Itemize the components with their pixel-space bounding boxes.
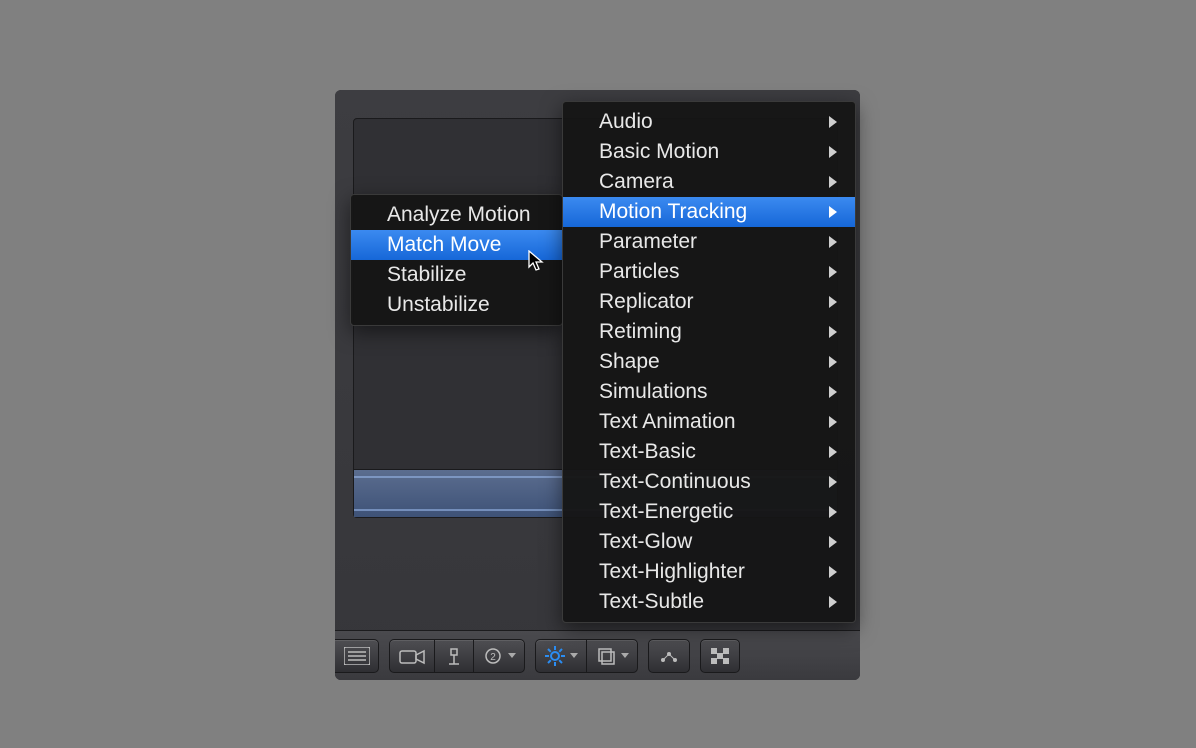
submenu-item-match-move[interactable]: Match Move bbox=[351, 230, 562, 260]
chevron-right-icon bbox=[829, 386, 837, 398]
menu-label: Simulations bbox=[599, 380, 708, 404]
menu-item-text-continuous[interactable]: Text-Continuous bbox=[563, 467, 855, 497]
menu-label: Parameter bbox=[599, 230, 697, 254]
chevron-right-icon bbox=[829, 206, 837, 218]
menu-label: Shape bbox=[599, 350, 660, 374]
list-view-button[interactable] bbox=[335, 639, 379, 673]
add-light-button[interactable] bbox=[434, 639, 473, 673]
menu-label: Replicator bbox=[599, 290, 694, 314]
menu-item-motion-tracking[interactable]: Motion Tracking bbox=[563, 197, 855, 227]
menu-item-text-animation[interactable]: Text Animation bbox=[563, 407, 855, 437]
menu-item-text-highlighter[interactable]: Text-Highlighter bbox=[563, 557, 855, 587]
menu-label: Particles bbox=[599, 260, 680, 284]
submenu-label: Stabilize bbox=[387, 263, 466, 287]
menu-label: Text Animation bbox=[599, 410, 736, 434]
chevron-right-icon bbox=[829, 566, 837, 578]
chevron-right-icon bbox=[829, 356, 837, 368]
submenu-label: Unstabilize bbox=[387, 293, 490, 317]
menu-item-text-energetic[interactable]: Text-Energetic bbox=[563, 497, 855, 527]
menu-label: Text-Subtle bbox=[599, 590, 704, 614]
submenu-item-unstabilize[interactable]: Unstabilize bbox=[351, 290, 562, 320]
chevron-right-icon bbox=[829, 416, 837, 428]
menu-item-shape[interactable]: Shape bbox=[563, 347, 855, 377]
svg-text:2: 2 bbox=[490, 652, 496, 663]
menu-item-text-glow[interactable]: Text-Glow bbox=[563, 527, 855, 557]
menu-item-simulations[interactable]: Simulations bbox=[563, 377, 855, 407]
menu-item-camera[interactable]: Camera bbox=[563, 167, 855, 197]
chevron-right-icon bbox=[829, 176, 837, 188]
menu-label: Text-Highlighter bbox=[599, 560, 745, 584]
filters-button[interactable] bbox=[586, 639, 638, 673]
camera-button[interactable] bbox=[389, 639, 434, 673]
filters-dropdown-icon bbox=[621, 653, 629, 658]
menu-item-retiming[interactable]: Retiming bbox=[563, 317, 855, 347]
menu-label: Text-Glow bbox=[599, 530, 692, 554]
submenu-item-stabilize[interactable]: Stabilize bbox=[351, 260, 562, 290]
menu-label: Camera bbox=[599, 170, 674, 194]
menu-item-text-basic[interactable]: Text-Basic bbox=[563, 437, 855, 467]
menu-label: Retiming bbox=[599, 320, 682, 344]
generator-dropdown-icon bbox=[508, 653, 516, 658]
motion-tracking-submenu: Analyze Motion Match Move Stabilize Unst… bbox=[350, 194, 563, 326]
library-group bbox=[535, 639, 638, 673]
behaviors-dropdown-icon bbox=[570, 653, 578, 658]
chevron-right-icon bbox=[829, 296, 837, 308]
chevron-right-icon bbox=[829, 266, 837, 278]
menu-label: Text-Basic bbox=[599, 440, 696, 464]
hud-button[interactable] bbox=[700, 639, 740, 673]
chevron-right-icon bbox=[829, 536, 837, 548]
chevron-right-icon bbox=[829, 596, 837, 608]
menu-label: Basic Motion bbox=[599, 140, 719, 164]
add-object-group: 2 bbox=[389, 639, 525, 673]
menu-label: Motion Tracking bbox=[599, 200, 747, 224]
submenu-label: Analyze Motion bbox=[387, 203, 531, 227]
chevron-right-icon bbox=[829, 476, 837, 488]
menu-item-replicator[interactable]: Replicator bbox=[563, 287, 855, 317]
behaviors-menu: Audio Basic Motion Camera Motion Trackin… bbox=[562, 101, 856, 623]
submenu-label: Match Move bbox=[387, 233, 501, 257]
chevron-right-icon bbox=[829, 146, 837, 158]
menu-item-audio[interactable]: Audio bbox=[563, 107, 855, 137]
menu-item-parameter[interactable]: Parameter bbox=[563, 227, 855, 257]
add-generator-button[interactable]: 2 bbox=[473, 639, 525, 673]
chevron-right-icon bbox=[829, 446, 837, 458]
menu-label: Audio bbox=[599, 110, 653, 134]
menu-item-basic-motion[interactable]: Basic Motion bbox=[563, 137, 855, 167]
make-particles-button[interactable] bbox=[648, 639, 690, 673]
bottom-toolbar: 2 bbox=[335, 630, 860, 680]
chevron-right-icon bbox=[829, 506, 837, 518]
menu-item-particles[interactable]: Particles bbox=[563, 257, 855, 287]
chevron-right-icon bbox=[829, 116, 837, 128]
menu-label: Text-Energetic bbox=[599, 500, 733, 524]
menu-item-text-subtle[interactable]: Text-Subtle bbox=[563, 587, 855, 617]
menu-label: Text-Continuous bbox=[599, 470, 751, 494]
chevron-right-icon bbox=[829, 236, 837, 248]
behaviors-button[interactable] bbox=[535, 639, 586, 673]
chevron-right-icon bbox=[829, 326, 837, 338]
submenu-item-analyze-motion[interactable]: Analyze Motion bbox=[351, 200, 562, 230]
